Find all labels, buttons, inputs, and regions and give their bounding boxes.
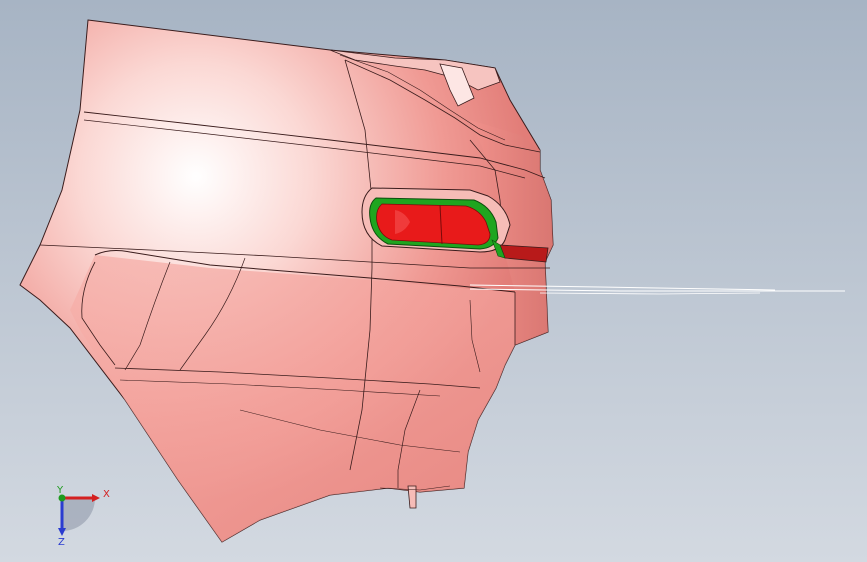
construction-line-3 [539, 292, 761, 295]
model-canvas[interactable]: X Y Z [0, 0, 867, 562]
triad-quadrant [62, 498, 95, 531]
lamp-lens [376, 203, 491, 246]
x-axis-arrow [92, 494, 100, 502]
z-axis-arrow [58, 528, 66, 536]
cad-viewport[interactable]: X Y Z [0, 0, 867, 562]
y-axis-label: Y [56, 485, 64, 496]
orientation-triad: X Y Z [56, 485, 110, 548]
x-axis-label: X [103, 489, 110, 500]
lower-panel [70, 255, 515, 542]
z-axis-label: Z [58, 537, 65, 548]
